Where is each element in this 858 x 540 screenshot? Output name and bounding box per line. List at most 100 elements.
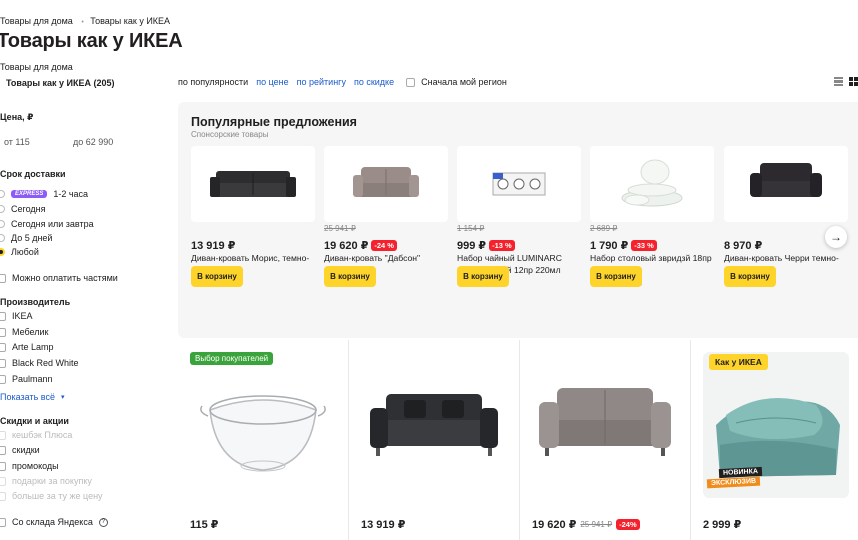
manufacturer-option[interactable]: Мебелик (0, 327, 48, 337)
region-first-checkbox[interactable]: Сначала мой регион (406, 77, 507, 87)
product-card[interactable]: 13 919 ₽ (349, 340, 520, 540)
manufacturer-option[interactable]: Paulmann (0, 374, 53, 384)
delivery-option-today-tomorrow[interactable]: Сегодня или завтра (0, 219, 94, 229)
sponsored-carousel: Популярные предложения Спонсорские товар… (178, 102, 858, 338)
checkbox[interactable] (0, 342, 6, 352)
product-image[interactable] (724, 146, 848, 222)
checkbox (0, 491, 6, 501)
checkbox[interactable] (0, 517, 6, 527)
price: 19 620 ₽ (324, 239, 369, 252)
old-price: 25 941 ₽ (580, 520, 613, 529)
price-value: 13 919 ₽ (361, 519, 406, 531)
installments-checkbox[interactable]: Можно оплатить частями (0, 273, 118, 283)
category-current: Товары как у ИКЕА (205) (6, 78, 115, 88)
buyers-choice-badge: Выбор покупателей (190, 352, 274, 365)
radio[interactable] (0, 220, 5, 228)
grid-view-icon[interactable] (849, 77, 858, 86)
discount-badge: -24% (616, 519, 640, 530)
discount-option-disabled: кешбэк Плюса (0, 430, 72, 440)
product-image[interactable] (324, 146, 448, 222)
delivery-option-5-days[interactable]: До 5 дней (0, 233, 52, 243)
price: 13 919 ₽ (191, 239, 236, 252)
discounts-filter-title: Скидки и акции (0, 416, 69, 426)
checkbox-label: подарки за покупку (12, 476, 92, 486)
delivery-option-label: Сегодня (11, 204, 46, 214)
breadcrumb: Товары для дома • Товары как у ИКЕА (0, 16, 170, 26)
add-to-cart-button[interactable]: В корзину (724, 266, 776, 287)
delivery-option-label: До 5 дней (11, 233, 53, 243)
manufacturer-option[interactable]: Black Red White (0, 358, 79, 368)
yandex-warehouse-checkbox[interactable]: Со склада Яндекса ? (0, 517, 108, 527)
checkbox-label: Black Red White (12, 358, 79, 368)
discount-option[interactable]: скидки (0, 445, 40, 455)
delivery-option-express[interactable]: EXPRESS 1-2 часа (0, 189, 88, 199)
old-price: 1 154 ₽ (457, 224, 485, 233)
sort-rating[interactable]: по рейтингу (297, 77, 346, 87)
checkbox-label: промокоды (12, 461, 59, 471)
price: 1 790 ₽ (590, 239, 629, 252)
old-price (191, 224, 315, 234)
breadcrumb-item[interactable]: Товары для дома (0, 16, 73, 26)
product-card[interactable]: 19 620 ₽25 941 ₽ -24% (520, 340, 691, 540)
checkbox[interactable] (0, 445, 6, 455)
price: 19 620 ₽25 941 ₽ -24% (532, 518, 640, 531)
checkbox[interactable] (0, 461, 6, 471)
price: 999 ₽ (457, 239, 487, 252)
carousel-next-arrow-icon[interactable]: → (825, 226, 847, 248)
discount-option-disabled: подарки за покупку (0, 476, 92, 486)
checkbox[interactable] (0, 374, 6, 384)
radio[interactable] (0, 234, 5, 242)
sort-popularity[interactable]: по популярности (178, 77, 248, 87)
delivery-option-today[interactable]: Сегодня (0, 204, 46, 214)
breadcrumb-item[interactable]: Товары как у ИКЕА (90, 16, 170, 26)
manufacturer-option[interactable]: IKEA (0, 311, 33, 321)
price: 8 970 ₽ (724, 239, 763, 252)
delivery-filter-title: Срок доставки (0, 169, 66, 179)
checkbox-label: Мебелик (12, 327, 49, 337)
product-image[interactable] (457, 146, 581, 222)
price-value: 2 999 ₽ (703, 519, 742, 531)
delivery-option-any[interactable]: Любой (0, 247, 39, 257)
checkbox-label: IKEA (12, 311, 33, 321)
sort-discount[interactable]: по скидке (354, 77, 394, 87)
product-image[interactable] (190, 352, 336, 498)
price: 115 ₽ (190, 518, 218, 531)
checkbox-label: Можно оплатить частями (12, 273, 118, 283)
list-view-icon[interactable] (834, 77, 843, 86)
add-to-cart-button[interactable]: В корзину (191, 266, 243, 287)
product-card[interactable]: Как у ИКЕА НОВИНКА ЭКСКЛЮЗИВ 2 999 ₽ (691, 340, 858, 540)
product-image[interactable] (191, 146, 315, 222)
checkbox (0, 476, 6, 486)
product-image[interactable] (590, 146, 714, 222)
question-icon[interactable]: ? (98, 517, 108, 527)
checkbox[interactable] (406, 77, 416, 87)
express-badge: EXPRESS (11, 190, 48, 198)
checkbox-label: больше за ту же цену (12, 491, 103, 501)
checkbox-label: кешбэк Плюса (12, 430, 73, 440)
product-image[interactable] (532, 352, 678, 498)
checkbox[interactable] (0, 358, 6, 368)
manufacturer-option[interactable]: Arte Lamp (0, 342, 54, 352)
radio-selected[interactable] (0, 248, 5, 256)
price-to-input[interactable]: до 62 990 (73, 137, 113, 147)
sort-price[interactable]: по цене (256, 77, 288, 87)
price-filter-title: Цена, ₽ (0, 112, 34, 122)
radio[interactable] (0, 205, 5, 213)
checkbox[interactable] (0, 311, 6, 321)
radio[interactable] (0, 190, 5, 198)
discount-option[interactable]: промокоды (0, 461, 59, 471)
product-card[interactable]: Выбор покупателей 115 ₽ (178, 340, 349, 540)
add-to-cart-button[interactable]: В корзину (324, 266, 376, 287)
product-image[interactable] (361, 352, 507, 498)
checkbox[interactable] (0, 327, 6, 337)
like-ikea-badge: Как у ИКЕА (709, 354, 768, 370)
checkbox[interactable] (0, 273, 6, 283)
show-all-manufacturers-link[interactable]: Показать всё ▾ (0, 392, 64, 402)
price-from-input[interactable]: от 115 (4, 137, 30, 147)
discount-badge: -13 % (489, 239, 515, 251)
add-to-cart-button[interactable]: В корзину (590, 266, 642, 287)
promo-subtitle: Спонсорские товары (191, 130, 269, 139)
category-parent-link[interactable]: Товары для дома (0, 62, 73, 72)
add-to-cart-button[interactable]: В корзину (457, 266, 509, 287)
checkbox-label: Arte Lamp (12, 342, 54, 352)
